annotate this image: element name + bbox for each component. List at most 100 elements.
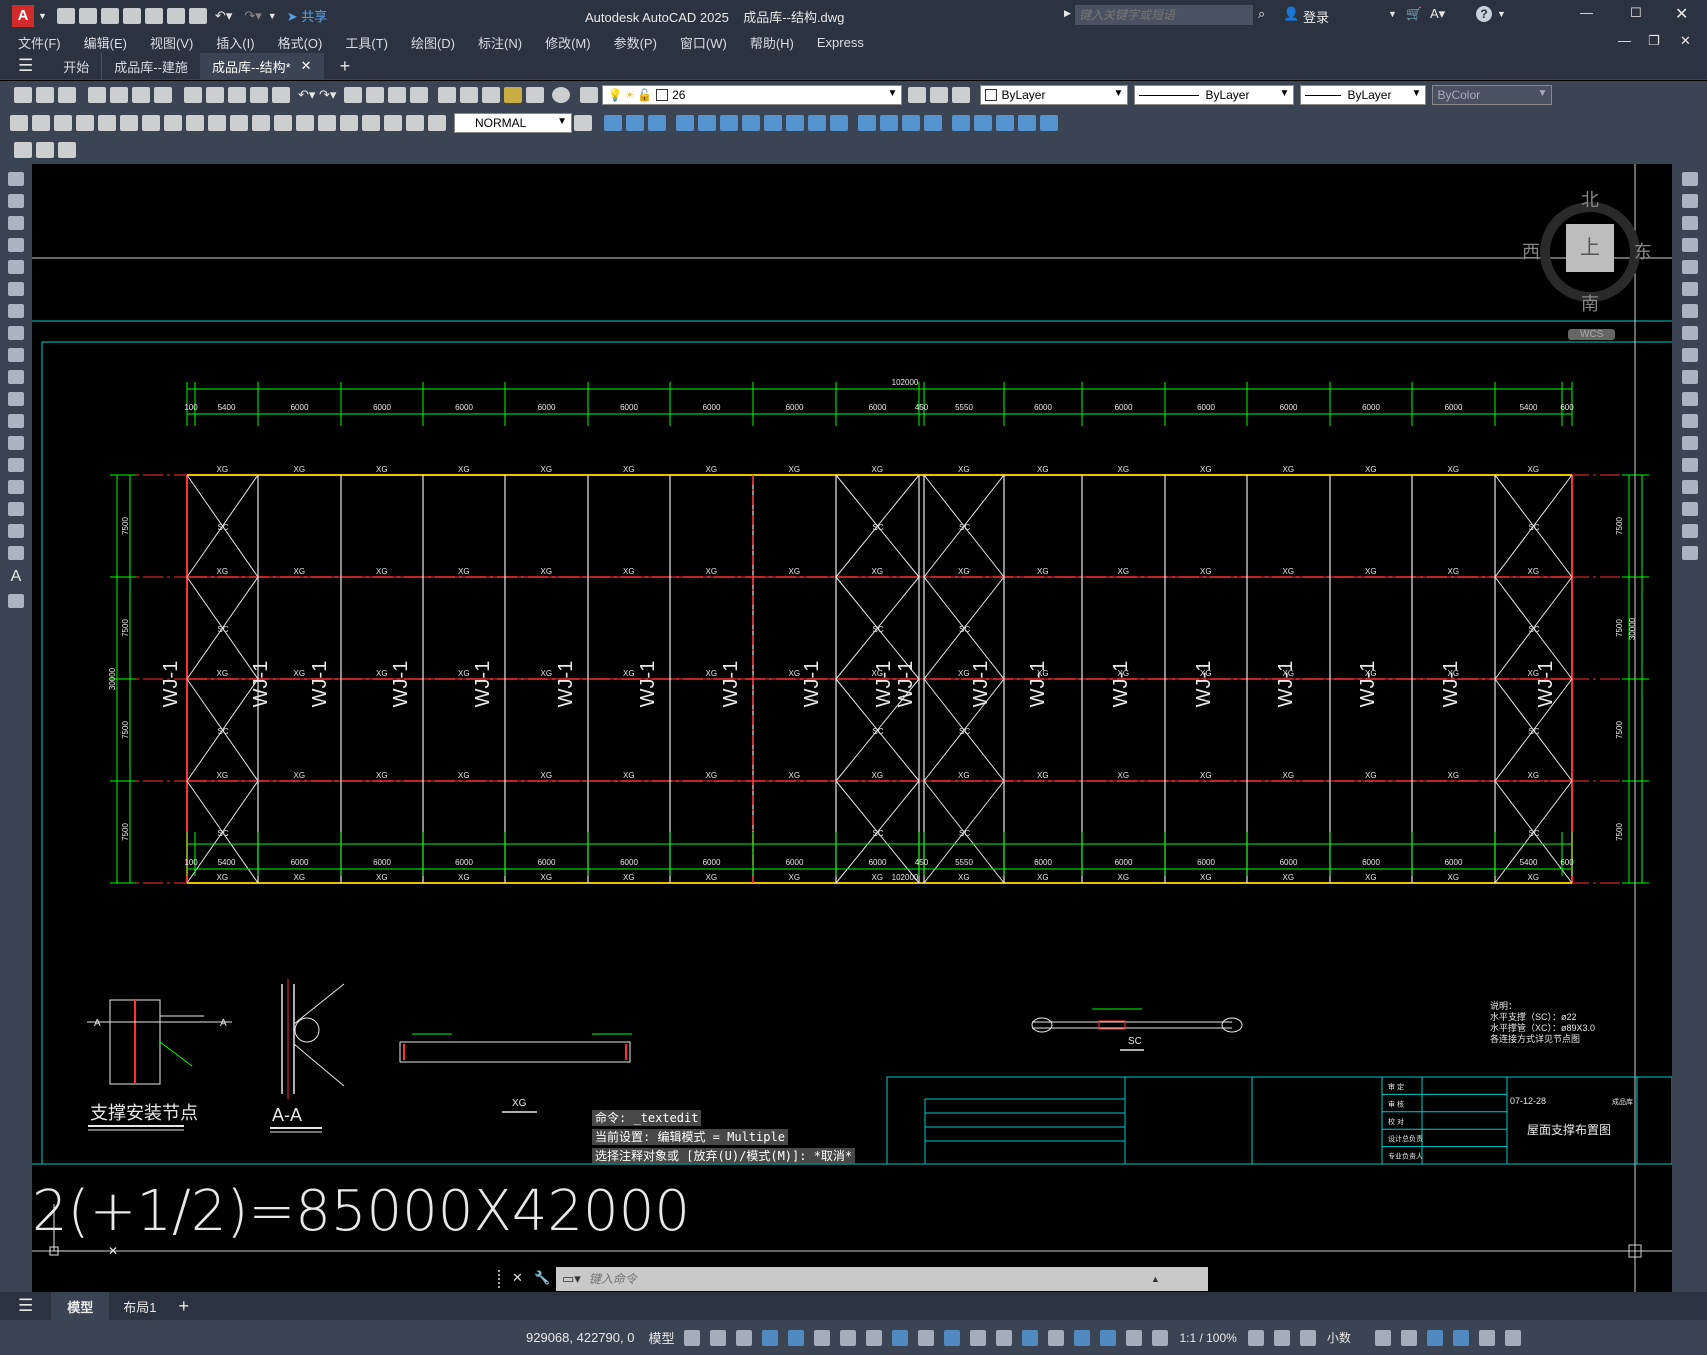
solid-7-icon[interactable] xyxy=(742,114,760,131)
undo-icon[interactable]: ↶▾ xyxy=(215,8,232,24)
object-snap-tracking-icon[interactable] xyxy=(866,1329,883,1346)
tb-paste-icon[interactable] xyxy=(228,87,246,103)
new-icon[interactable] xyxy=(56,7,75,24)
tb-pan-icon[interactable] xyxy=(344,87,363,103)
infer-constraints-icon[interactable] xyxy=(736,1329,753,1346)
add-selected-icon[interactable] xyxy=(8,594,24,608)
tb-3dprint-icon[interactable] xyxy=(154,87,172,103)
solid-18-icon[interactable] xyxy=(996,114,1014,131)
menu-view[interactable]: 视图(V) xyxy=(150,33,193,52)
solid-16-icon[interactable] xyxy=(952,114,970,131)
grid-icon[interactable] xyxy=(684,1329,701,1346)
tb-plot-icon[interactable] xyxy=(88,87,106,103)
search-expand-icon[interactable]: ▶ xyxy=(1064,8,1071,19)
dimstyle-dropdown-arrow-icon[interactable]: ▼ xyxy=(557,116,567,127)
dim-space-icon[interactable] xyxy=(252,114,270,131)
login-link[interactable]: 登录 xyxy=(1303,7,1329,26)
isolate-objects-icon[interactable] xyxy=(1426,1329,1443,1346)
solid-13-icon[interactable] xyxy=(880,114,898,131)
auto-scale-icon[interactable] xyxy=(1126,1329,1143,1346)
dimstyle-icon[interactable] xyxy=(574,114,592,131)
coordinates-readout[interactable]: 929068, 422790, 0 xyxy=(526,1330,634,1345)
tb-help-icon[interactable] xyxy=(552,87,571,103)
tb-save-icon[interactable] xyxy=(58,87,76,103)
line-icon[interactable] xyxy=(8,172,24,186)
tb-new-icon[interactable] xyxy=(14,87,32,103)
solid-5-icon[interactable] xyxy=(698,114,716,131)
break-icon[interactable] xyxy=(1681,436,1698,450)
point-icon[interactable] xyxy=(8,458,24,472)
ortho-icon[interactable] xyxy=(788,1329,805,1346)
snap-icon[interactable] xyxy=(710,1329,727,1346)
plotstyle-combo[interactable]: ByColor ▼ xyxy=(1432,85,1553,105)
close-button[interactable]: ✕ xyxy=(1675,4,1688,24)
tab-start[interactable]: 开始 xyxy=(51,53,101,80)
units-icon[interactable] xyxy=(1299,1329,1316,1346)
color-dropdown-arrow-icon[interactable]: ▼ xyxy=(1114,88,1124,99)
dim-textedit-icon[interactable] xyxy=(406,114,424,131)
revision-cloud-icon[interactable] xyxy=(8,326,24,340)
annotation-monitor-icon[interactable] xyxy=(1273,1329,1290,1346)
solid-15-icon[interactable] xyxy=(924,114,942,131)
help-arrow-icon[interactable]: ▼ xyxy=(1497,9,1506,19)
dim-radius-icon[interactable] xyxy=(98,114,116,131)
arc-icon[interactable] xyxy=(8,282,24,296)
join-icon[interactable] xyxy=(1681,458,1698,472)
solid-3-icon[interactable] xyxy=(648,114,666,131)
object-snap-icon[interactable] xyxy=(892,1329,909,1346)
search-icon[interactable]: ⌕ xyxy=(1258,6,1265,22)
menu-edit[interactable]: 编辑(E) xyxy=(84,33,127,52)
tb-zoom-window-icon[interactable] xyxy=(388,87,407,103)
plot-icon[interactable] xyxy=(188,7,207,24)
solid-12-icon[interactable] xyxy=(858,114,876,131)
copy-icon[interactable] xyxy=(1681,194,1698,208)
viewcube-south[interactable]: 南 xyxy=(1581,290,1599,316)
solid-4-icon[interactable] xyxy=(676,114,694,131)
layer-states-icon[interactable] xyxy=(952,87,971,103)
command-handle[interactable] xyxy=(498,1270,506,1288)
menu-window[interactable]: 窗口(W) xyxy=(680,33,727,52)
cart-icon[interactable]: 🛒 xyxy=(1406,6,1422,22)
customization-icon[interactable] xyxy=(1504,1329,1521,1346)
center-mark-icon[interactable] xyxy=(318,114,336,131)
tb-layer-props-icon[interactable] xyxy=(580,87,599,103)
menu-express[interactable]: Express xyxy=(817,35,864,50)
layer-lock-icon[interactable]: 🔓 xyxy=(637,88,652,102)
close-tab-icon[interactable]: ✕ xyxy=(301,58,312,74)
customize-qat-icon[interactable]: ▼ xyxy=(268,11,277,21)
viewcube[interactable]: 上 北 南 西 东 WCS xyxy=(1522,186,1652,340)
dim-jogged-icon[interactable] xyxy=(120,114,138,131)
command-customize-icon[interactable]: 🔧 xyxy=(534,1270,550,1286)
annotation-scale-value[interactable]: 1:1 / 100% xyxy=(1179,1331,1236,1345)
layer-combo[interactable]: 💡 ☀ 🔓 26 ▼ xyxy=(602,85,903,105)
construction-line-icon[interactable] xyxy=(8,194,24,208)
lock-ui-icon[interactable] xyxy=(1400,1329,1417,1346)
solid-2-icon[interactable] xyxy=(626,114,644,131)
solid-1-icon[interactable] xyxy=(604,114,622,131)
extra-3-icon[interactable] xyxy=(58,142,76,158)
fillet-icon[interactable] xyxy=(1681,502,1698,516)
plotstyle-dropdown-arrow-icon[interactable]: ▼ xyxy=(1538,88,1548,99)
gizmo-icon[interactable] xyxy=(1074,1329,1091,1346)
clean-screen-icon[interactable] xyxy=(1478,1329,1495,1346)
isodraft-icon[interactable] xyxy=(840,1329,857,1346)
trim-icon[interactable] xyxy=(1681,370,1698,384)
viewcube-face-top[interactable]: 上 xyxy=(1566,224,1614,272)
solid-6-icon[interactable] xyxy=(720,114,738,131)
tb-block-editor-icon[interactable] xyxy=(272,87,290,103)
menu-dimension[interactable]: 标注(N) xyxy=(478,33,522,52)
polyline-icon[interactable] xyxy=(8,216,24,230)
rectangle-icon[interactable] xyxy=(8,260,24,274)
save-icon[interactable] xyxy=(100,7,119,24)
tb-zoom-previous-icon[interactable] xyxy=(410,87,429,103)
hardware-acceleration-icon[interactable] xyxy=(1452,1329,1469,1346)
menu-format[interactable]: 格式(O) xyxy=(278,33,323,52)
autodesk-a360-icon[interactable]: A▾ xyxy=(1430,6,1445,22)
lineweight-dropdown-arrow-icon[interactable]: ▼ xyxy=(1412,88,1422,99)
command-input[interactable] xyxy=(586,1271,1151,1287)
tb-undo-icon[interactable]: ↶▾ ↷▾ xyxy=(298,87,336,103)
layout-tab-model[interactable]: 模型 xyxy=(51,1291,110,1321)
drawing-svg[interactable]: SC SC SC SC SC SC SC SC SC SC SC SC SC SC SC SC XG XG XG XG… xyxy=(32,164,1672,1292)
selection-cycling-icon[interactable] xyxy=(970,1329,987,1346)
tb-zoom-realtime-icon[interactable] xyxy=(366,87,385,103)
